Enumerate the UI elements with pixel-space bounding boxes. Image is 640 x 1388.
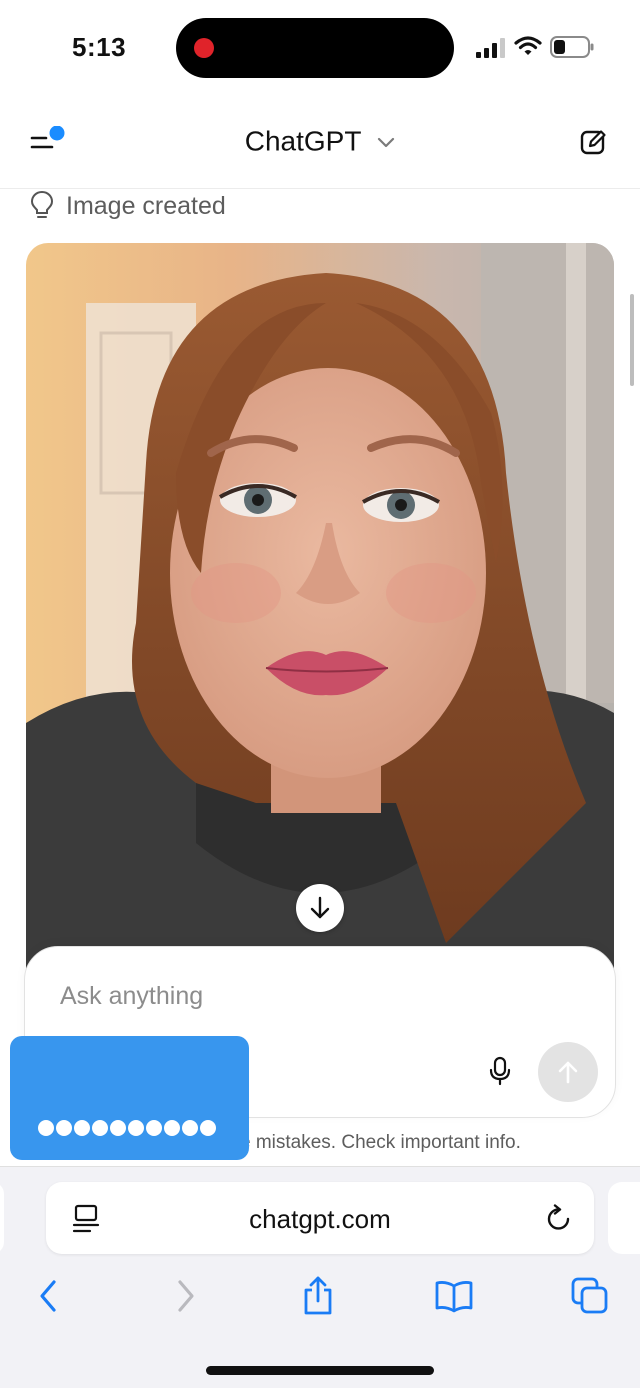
- cellular-signal-icon: [476, 38, 505, 58]
- back-icon[interactable]: [32, 1276, 72, 1316]
- lightbulb-icon: [30, 190, 54, 218]
- password-dot: [92, 1120, 108, 1136]
- app-title: ChatGPT: [244, 125, 362, 157]
- password-dot: [38, 1120, 54, 1136]
- password-dot: [182, 1120, 198, 1136]
- tabs-icon[interactable]: [570, 1276, 610, 1316]
- disclaimer-text: e mistakes. Check important info.: [240, 1132, 521, 1153]
- message-input[interactable]: Ask anything: [60, 982, 203, 1011]
- url-text[interactable]: chatgpt.com: [46, 1204, 594, 1235]
- home-indicator: [206, 1366, 434, 1375]
- send-button[interactable]: [538, 1042, 598, 1102]
- chevron-down-icon: [378, 137, 395, 147]
- password-dot: [56, 1120, 72, 1136]
- reload-icon[interactable]: [544, 1204, 574, 1234]
- scroll-down-button[interactable]: [296, 884, 344, 932]
- bookmarks-icon[interactable]: [434, 1276, 474, 1316]
- battery-icon: [550, 36, 594, 58]
- image-created-status: Image created: [66, 192, 226, 220]
- password-autofill-overlay[interactable]: [10, 1036, 249, 1160]
- wifi-icon: [514, 36, 542, 55]
- password-dot: [200, 1120, 216, 1136]
- microphone-icon[interactable]: [488, 1056, 512, 1086]
- forward-icon[interactable]: [166, 1276, 206, 1316]
- password-dot: [146, 1120, 162, 1136]
- share-icon[interactable]: [298, 1276, 338, 1316]
- arrow-down-icon: [310, 896, 330, 919]
- dynamic-island: [176, 18, 454, 78]
- model-selector[interactable]: ChatGPT: [0, 124, 640, 158]
- password-dot: [128, 1120, 144, 1136]
- password-dot: [74, 1120, 90, 1136]
- password-dot: [164, 1120, 180, 1136]
- previous-tab-peek[interactable]: [0, 1182, 4, 1254]
- status-time: 5:13: [72, 32, 127, 62]
- password-dot: [110, 1120, 126, 1136]
- password-dots: [38, 1120, 218, 1138]
- new-chat-icon[interactable]: [580, 128, 608, 156]
- next-tab-peek[interactable]: [608, 1182, 640, 1254]
- scrollbar[interactable]: [630, 294, 634, 386]
- arrow-up-icon: [558, 1061, 578, 1084]
- recording-indicator-icon: [194, 38, 214, 58]
